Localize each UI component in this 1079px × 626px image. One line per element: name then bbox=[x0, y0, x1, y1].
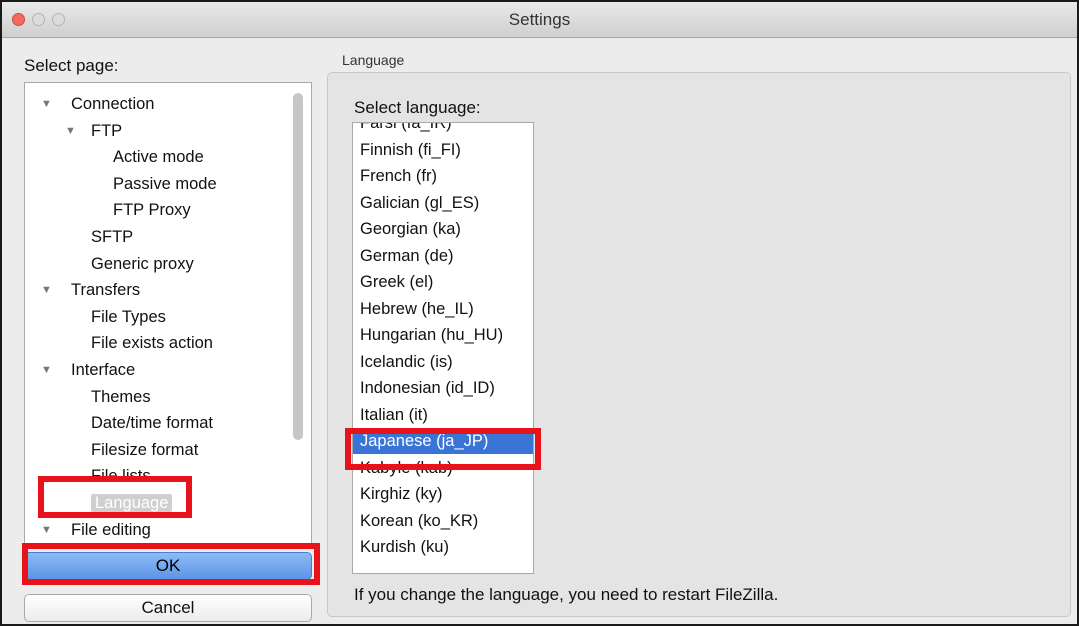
tree-item-themes[interactable]: Themes bbox=[91, 384, 151, 410]
annotation-language-item bbox=[38, 476, 192, 518]
language-option[interactable]: Georgian (ka) bbox=[353, 216, 533, 242]
tree-item-passive-mode[interactable]: Passive mode bbox=[113, 171, 217, 197]
language-option[interactable]: Kirghiz (ky) bbox=[353, 481, 533, 507]
tree-item-label: Generic proxy bbox=[91, 254, 194, 273]
language-option[interactable]: Finnish (fi_FI) bbox=[353, 137, 533, 163]
tree-item-label: SFTP bbox=[91, 228, 134, 246]
select-language-label: Select language: bbox=[354, 98, 481, 117]
tree-item-label: Transfers bbox=[71, 281, 141, 300]
language-option[interactable]: Greek (el) bbox=[353, 269, 533, 295]
language-option[interactable]: Korean (ko_KR) bbox=[353, 508, 533, 534]
tree-item-file-types[interactable]: File Types bbox=[91, 304, 166, 330]
tree-item-ftp-proxy[interactable]: FTP Proxy bbox=[113, 197, 191, 223]
tree-scrollbar-thumb[interactable] bbox=[293, 93, 303, 440]
tree-item-transfers[interactable]: Transfers bbox=[71, 277, 140, 303]
language-group-label: Language bbox=[342, 52, 405, 68]
tree-item-label: FTP Proxy bbox=[113, 201, 191, 220]
tree-item-label: Active mode bbox=[113, 148, 204, 167]
tree-item-label: Filesize format bbox=[91, 440, 199, 459]
language-option[interactable]: Kurdish (ku) bbox=[353, 534, 533, 560]
tree-item-interface[interactable]: Interface bbox=[71, 357, 135, 383]
tree-item-file-editing[interactable]: File editing bbox=[71, 517, 151, 543]
language-list[interactable]: Farsi (fa_IR) Finnish (fi_FI) French (fr) G… bbox=[352, 122, 534, 574]
language-option[interactable]: French (fr) bbox=[353, 163, 533, 189]
language-option[interactable]: Hungarian (hu_HU) bbox=[353, 322, 533, 348]
tree-expand-arrow-icon[interactable]: ▼ bbox=[65, 125, 76, 137]
tree-item-generic-proxy[interactable]: Generic proxy bbox=[91, 251, 194, 277]
window-title: Settings bbox=[508, 10, 571, 29]
language-option[interactable]: Hebrew (he_IL) bbox=[353, 296, 533, 322]
title-bar: Settings bbox=[2, 2, 1077, 38]
tree-item-label: Interface bbox=[71, 361, 136, 379]
language-option[interactable]: German (de) bbox=[353, 243, 533, 269]
settings-page-tree[interactable]: ▼ Connection ▼ FTP Active mode Passive mode FT… bbox=[24, 82, 312, 544]
tree-item-label: FTP bbox=[91, 121, 123, 140]
tree-item-label: File exists action bbox=[91, 334, 213, 353]
tree-item-filesize-format[interactable]: Filesize format bbox=[91, 437, 198, 463]
cancel-button[interactable]: Cancel bbox=[24, 594, 312, 622]
language-option[interactable]: Indonesian (id_ID) bbox=[353, 375, 533, 401]
tree-item-active-mode[interactable]: Active mode bbox=[113, 144, 204, 170]
tree-expand-arrow-icon[interactable]: ▼ bbox=[41, 284, 52, 296]
tree-item-date-time-format[interactable]: Date/time format bbox=[91, 410, 213, 436]
tree-expand-arrow-icon[interactable]: ▼ bbox=[41, 364, 52, 376]
tree-item-label: Passive mode bbox=[113, 174, 217, 193]
tree-item-label: Date/time format bbox=[91, 414, 213, 433]
tree-item-file-exists-action[interactable]: File exists action bbox=[91, 330, 213, 356]
annotation-japanese-item bbox=[345, 428, 541, 470]
language-option[interactable]: Farsi (fa_IR) bbox=[353, 123, 533, 136]
tree-expand-arrow-icon[interactable]: ▼ bbox=[41, 98, 52, 110]
language-option[interactable]: Icelandic (is) bbox=[353, 349, 533, 375]
restart-note: If you change the language, you need to … bbox=[354, 585, 779, 604]
tree-item-sftp[interactable]: SFTP bbox=[91, 224, 133, 250]
tree-item-label: File Types bbox=[91, 307, 166, 326]
tree-item-label: File editing bbox=[71, 520, 151, 539]
tree-item-label: Themes bbox=[91, 387, 151, 406]
language-option[interactable]: Galician (gl_ES) bbox=[353, 190, 533, 216]
tree-item-connection[interactable]: Connection bbox=[71, 91, 154, 117]
language-option[interactable]: Italian (it) bbox=[353, 402, 533, 428]
annotation-ok-button bbox=[22, 543, 320, 585]
tree-item-label: Connection bbox=[71, 95, 155, 113]
select-page-label: Select page: bbox=[24, 56, 119, 75]
tree-item-ftp[interactable]: FTP bbox=[91, 118, 122, 144]
tree-expand-arrow-icon[interactable]: ▼ bbox=[41, 524, 52, 536]
settings-window: Settings Select page: ▼ Connection ▼ FTP Act… bbox=[0, 0, 1079, 626]
